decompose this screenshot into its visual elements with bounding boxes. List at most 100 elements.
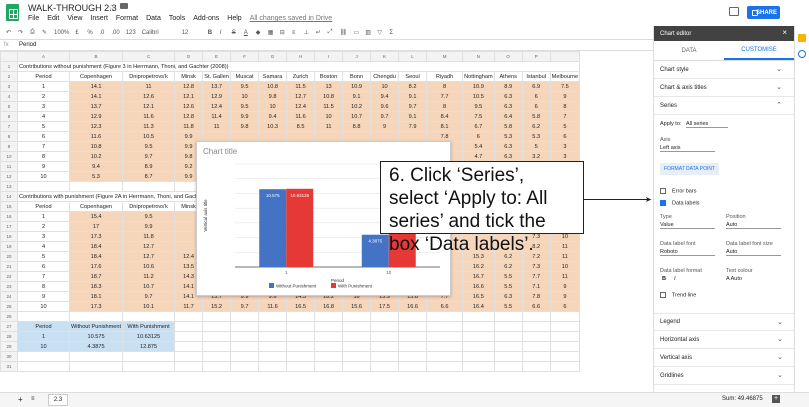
table-cell[interactable] [68,181,124,192]
menu-addons[interactable]: Add-ons [193,15,219,22]
row-number[interactable]: 3 [0,81,18,92]
redo-icon[interactable]: ↷ [18,29,24,36]
table-cell[interactable]: 5 [521,141,551,152]
table-cell[interactable]: Chengdu [370,71,400,82]
table-cell[interactable] [286,341,316,352]
sum-readout[interactable]: Sum: 49.46875 [722,396,763,402]
table-cell[interactable] [122,181,176,192]
table-cell[interactable] [202,321,232,332]
column-header[interactable]: L [398,51,428,62]
table-cell[interactable]: 7.7 [426,91,464,102]
table-cell[interactable]: 16.4 [462,301,495,312]
table-cell[interactable]: 12.1 [174,91,204,102]
table-cell[interactable] [493,321,523,332]
table-cell[interactable] [493,331,523,342]
table-cell[interactable]: 9.7 [398,101,428,112]
table-cell[interactable]: 5.3 [493,131,523,142]
sheets-logo-icon[interactable] [6,4,19,21]
row-number[interactable]: 31 [0,361,18,372]
table-cell[interactable] [202,131,232,142]
table-cell[interactable]: 8 [426,101,464,112]
table-cell[interactable] [174,351,204,362]
section-series[interactable]: Series ⌃ [654,97,794,115]
table-cell[interactable]: 6 [549,131,581,142]
table-cell[interactable]: 6 [462,131,495,142]
trend-line-checkbox[interactable] [660,292,666,298]
table-cell[interactable]: 9.5 [122,211,176,222]
table-cell[interactable] [230,361,260,372]
functions-icon[interactable]: Σ [389,30,395,36]
merge-icon[interactable]: ⊟ [280,29,286,36]
table-cell[interactable]: 12.875 [122,341,176,352]
table-cell[interactable]: 6.9 [521,81,551,92]
table-row[interactable]: 4 2 14.1 12.6 12.1 12.9 10 9.8 12.7 10.8 9.1 9.4 9.1… [0,91,581,102]
table-cell[interactable] [462,311,495,322]
table-cell[interactable]: 12.4 [202,101,232,112]
table-cell[interactable]: 3 [549,151,581,162]
table-cell[interactable]: 1 [17,81,70,92]
table-cell[interactable]: 9.4 [258,111,288,122]
table-cell[interactable] [314,331,344,342]
table-cell[interactable] [68,311,124,322]
table-cell[interactable]: 8 [426,81,464,92]
table-cell[interactable]: 18.3 [68,281,124,292]
table-cell[interactable] [521,341,551,352]
table-cell[interactable]: 6.4 [493,111,523,122]
table-cell[interactable] [370,351,400,362]
table-cell[interactable] [17,351,70,362]
section-legend[interactable]: Legend ⌄ [654,313,795,331]
table-cell[interactable]: 13 [314,81,344,92]
table-cell[interactable]: 5 [17,251,70,262]
table-cell[interactable]: 11 [549,271,581,282]
format-data-point-button[interactable]: FORMAT DATA POINT [660,163,720,175]
table-cell[interactable] [521,351,551,362]
table-cell[interactable] [370,331,400,342]
table-cell[interactable]: 10.5 [122,131,176,142]
row-number[interactable]: 13 [0,181,18,192]
table-cell[interactable]: 8 [17,281,70,292]
table-cell[interactable] [230,321,260,332]
table-cell[interactable]: Samara [258,71,288,82]
table-cell[interactable]: 9.9 [174,131,204,142]
table-cell[interactable]: 6.2 [521,121,551,132]
decrease-decimals-button[interactable]: .0 [99,30,105,36]
comment-icon[interactable]: ▭ [353,29,359,36]
table-cell[interactable]: 7.7 [521,271,551,282]
table-cell[interactable]: 12.6 [174,101,204,112]
table-row[interactable]: 28 1 10.575 10.63125 [0,331,581,342]
table-cell[interactable]: Istanbul [521,71,551,82]
table-cell[interactable]: 10.2 [68,151,124,162]
table-cell[interactable]: 5.5 [493,301,523,312]
table-cell[interactable]: Minsk [174,71,204,82]
table-cell[interactable] [549,361,581,372]
table-cell[interactable] [122,311,176,322]
table-row[interactable]: 26 [0,311,581,322]
column-header[interactable]: C [122,51,176,62]
table-cell[interactable]: 9.5 [122,141,176,152]
table-cell[interactable]: 11.4 [202,111,232,122]
table-cell[interactable]: 15.4 [68,211,124,222]
menu-view[interactable]: View [67,15,82,22]
table-cell[interactable]: 9.6 [370,101,400,112]
table-cell[interactable]: Melbourne [549,71,581,82]
table-cell[interactable]: 11 [549,251,581,262]
row-number[interactable]: 29 [0,341,18,352]
table-cell[interactable] [174,331,204,342]
table-cell[interactable]: 11.8 [122,231,176,242]
table-cell[interactable]: 10.7 [122,281,176,292]
table-cell[interactable]: Bonn [342,71,372,82]
table-cell[interactable] [258,331,288,342]
data-labels-checkbox[interactable] [660,200,666,206]
table-cell[interactable]: 10.7 [342,111,372,122]
table-cell[interactable]: Dnipropetrovs'k [122,71,176,82]
table-cell[interactable]: 6.3 [493,141,523,152]
table-cell[interactable]: 3 [17,231,70,242]
table-cell[interactable]: 10.9 [462,81,495,92]
table-cell[interactable]: 9.5 [230,81,260,92]
filter-icon[interactable]: ▽ [377,29,383,36]
chart-icon[interactable]: ▥ [365,29,371,36]
font-select[interactable]: Roboto [660,249,715,256]
row-number[interactable]: 18 [0,231,18,242]
column-header[interactable]: E [202,51,232,62]
table-cell[interactable]: 7.9 [398,121,428,132]
